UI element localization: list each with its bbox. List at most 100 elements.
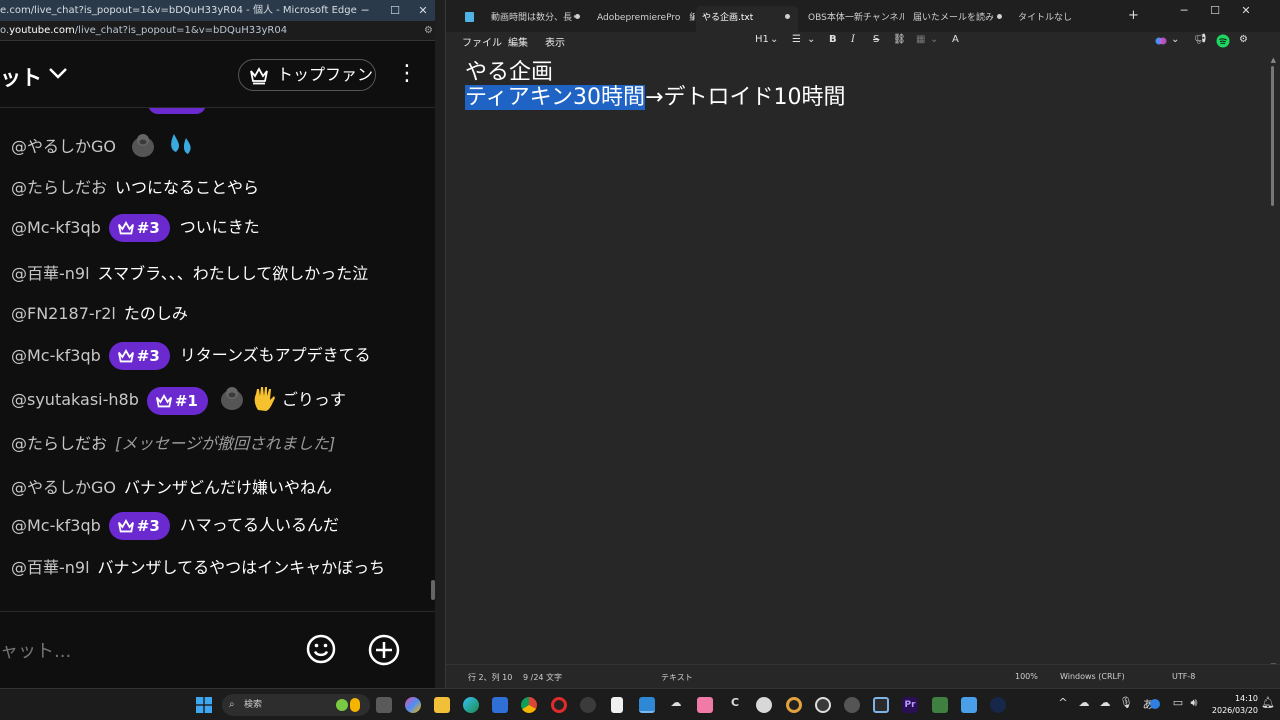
chevron-down-icon[interactable] (48, 64, 68, 85)
strikethrough-button[interactable]: S (873, 34, 879, 45)
chat-scrollbar[interactable] (431, 580, 435, 600)
chevron-down-icon[interactable]: ⌄ (1171, 34, 1179, 45)
message-author[interactable]: @Mc-kf3qb (11, 516, 101, 535)
notification-bell-icon[interactable]: 🔔︎ (1260, 696, 1276, 709)
app-icon[interactable] (786, 697, 802, 713)
close-button[interactable]: ✕ (1236, 4, 1256, 17)
tab-item[interactable]: 届いたメールを読みます (913, 8, 993, 28)
onedrive-icon[interactable]: ☁ (1076, 696, 1092, 709)
file-format[interactable]: テキスト (661, 672, 693, 683)
menu-edit[interactable]: 編集 (508, 34, 528, 49)
minimize-button[interactable]: ─ (1174, 4, 1194, 17)
chrome-icon[interactable] (521, 697, 537, 713)
task-view-icon[interactable] (376, 697, 392, 713)
zoom-level[interactable]: 100% (1015, 672, 1038, 681)
top-fan-button[interactable]: トップファン (238, 59, 376, 91)
message-author[interactable]: @syutakasi-h8b (11, 390, 139, 409)
copilot-icon[interactable] (1155, 35, 1167, 50)
tab-item[interactable]: OBS本体一新チャンネル＆Tik (808, 8, 904, 28)
site-settings-icon[interactable]: ⚙ (424, 21, 433, 41)
add-button[interactable] (366, 632, 402, 668)
message-author[interactable]: @やるしかGO (11, 478, 116, 497)
link-icon[interactable]: ⛓ (893, 34, 906, 45)
premiere-pro-icon[interactable]: Pr (902, 697, 918, 713)
app-icon[interactable] (961, 697, 977, 713)
chat-message-list[interactable]: @やるしかGO @たらしだお いつになることやら @Mc-kf3qb #3 ついにきた… (0, 108, 435, 610)
gear-icon[interactable]: ⚙ (1239, 34, 1248, 45)
edge-titlebar[interactable]: e.com/live_chat?is_popout=1&v=bDQuH33yR0… (0, 0, 435, 21)
notepad-taskbar-icon[interactable] (639, 697, 655, 713)
chevron-down-icon[interactable]: ⌄ (807, 34, 815, 45)
cloud-icon[interactable]: ☁ (668, 696, 684, 709)
edge-icon[interactable] (463, 697, 479, 713)
maximize-button[interactable]: ☐ (380, 0, 410, 21)
tray-overflow-icon[interactable]: ^ (1055, 696, 1071, 709)
tab-item[interactable]: 動画時間は数分、長ぐ (491, 8, 575, 28)
spotify-icon[interactable] (1216, 34, 1230, 51)
unsaved-dot-icon[interactable] (575, 14, 580, 19)
chevron-down-icon[interactable]: ⌄ (930, 34, 938, 45)
address-bar[interactable]: o.youtube.com/live_chat?is_popout=1&v=bD… (0, 21, 435, 41)
menu-file[interactable]: ファイル (462, 34, 502, 49)
tab-item[interactable]: AdobepremierePro 編集方 (597, 8, 695, 28)
unsaved-dot-icon[interactable] (997, 14, 1002, 19)
list-icon[interactable]: ☰ (792, 34, 801, 45)
message-author[interactable]: @Mc-kf3qb (11, 218, 101, 237)
more-options-icon[interactable]: ⋮ (396, 60, 418, 88)
app-icon[interactable] (844, 697, 860, 713)
maximize-button[interactable]: ☐ (1205, 4, 1225, 17)
file-explorer-icon[interactable] (434, 697, 450, 713)
network-icon[interactable]: ▭ (1170, 696, 1186, 709)
new-tab-button[interactable]: + (1128, 8, 1139, 23)
store-icon[interactable] (492, 697, 508, 713)
megaphone-icon[interactable]: 📢︎ (1194, 34, 1207, 45)
scroll-up-icon[interactable]: ▲ (1271, 56, 1276, 64)
message-author[interactable]: @Mc-kf3qb (11, 346, 101, 365)
text-editor[interactable]: やる企画 ティアキン30時間→デトロイド10時間 (446, 52, 1280, 660)
document-icon[interactable] (611, 697, 623, 713)
chat-mode-title[interactable]: ット (0, 62, 42, 92)
capcut-icon[interactable]: C (727, 696, 743, 709)
italic-button[interactable]: I (851, 34, 855, 45)
copilot-icon[interactable] (405, 697, 421, 713)
volume-icon[interactable]: 🔊︎ (1186, 696, 1202, 710)
microphone-icon[interactable]: 🎙︎ (1118, 696, 1134, 709)
message-author[interactable]: @百華-n9l (11, 558, 90, 577)
obs-icon[interactable] (580, 697, 596, 713)
app-icon[interactable] (697, 697, 713, 713)
minimize-button[interactable]: ─ (350, 0, 380, 21)
heading-button[interactable]: H1 (755, 34, 769, 45)
widget-icon[interactable] (336, 699, 348, 711)
steam-icon[interactable] (990, 697, 1006, 713)
table-icon[interactable]: ▦ (916, 34, 925, 45)
tab-item-active[interactable]: やる企画.txt (696, 6, 798, 32)
unsaved-dot-icon[interactable] (785, 14, 790, 19)
taskbar-clock[interactable]: 14:10 2026/03/20 (1206, 693, 1258, 717)
windows-start-icon[interactable] (196, 697, 212, 713)
chevron-down-icon[interactable]: ⌄ (770, 34, 778, 45)
message-author[interactable]: @たらしだお (11, 178, 107, 197)
message-author[interactable]: @やるしかGO (11, 137, 116, 156)
editor-scrollbar[interactable] (1271, 66, 1274, 206)
app-icon[interactable] (815, 697, 831, 713)
app-icon[interactable] (932, 697, 948, 713)
cloud-icon[interactable]: ☁ (1097, 696, 1113, 709)
message-author[interactable]: @FN2187-r2l (11, 304, 116, 323)
line-ending[interactable]: Windows (CRLF) (1060, 672, 1125, 681)
record-icon[interactable] (551, 697, 567, 713)
app-icon[interactable] (756, 697, 772, 713)
app-tray-icon[interactable] (1150, 699, 1160, 709)
emoji-button[interactable] (304, 632, 338, 666)
bold-button[interactable]: B (829, 34, 837, 45)
app-icon[interactable] (873, 697, 889, 713)
encoding[interactable]: UTF-8 (1172, 672, 1195, 681)
close-button[interactable]: ✕ (408, 0, 435, 21)
message-author[interactable]: @たらしだお (11, 434, 107, 453)
tab-item[interactable]: タイトルなし (1018, 8, 1098, 28)
cursor-position[interactable]: 行 2、列 10 (468, 672, 512, 683)
widget-icon[interactable] (350, 698, 360, 712)
clear-formatting-icon[interactable]: A (952, 34, 959, 45)
menu-view[interactable]: 表示 (545, 34, 565, 49)
chat-message-input[interactable] (0, 641, 280, 662)
message-author[interactable]: @百華-n9l (11, 264, 90, 283)
